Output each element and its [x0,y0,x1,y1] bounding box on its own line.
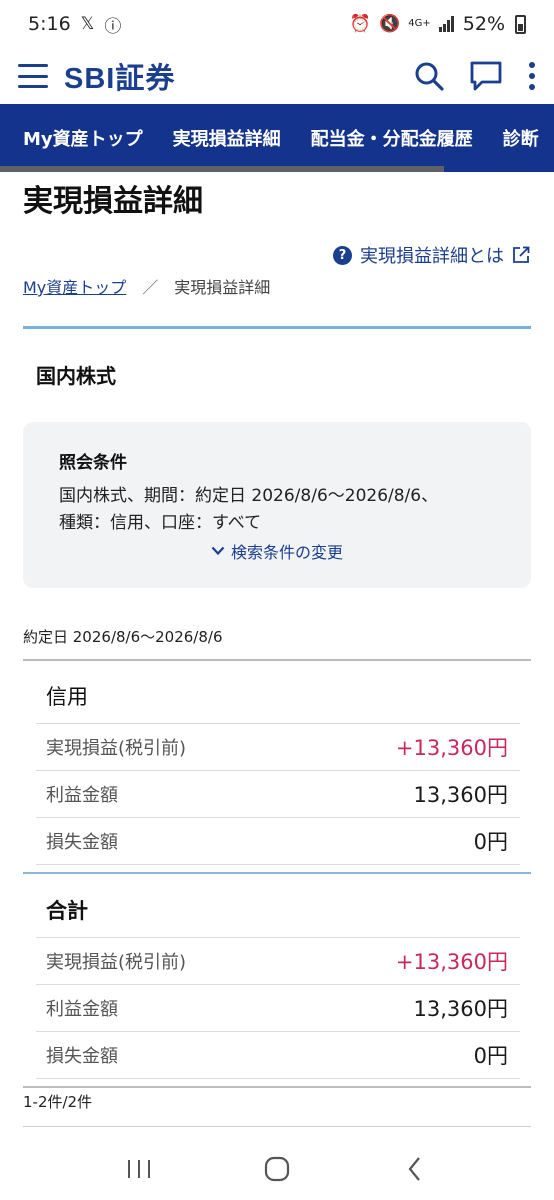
row-value: 13,360円 [413,997,508,1021]
external-link-icon [513,246,530,263]
conditions-line-2: 種類：信用、口座：すべて [59,513,262,533]
table-row: 利益金額 13,360円 [36,985,520,1032]
row-label: 利益金額 [46,785,118,806]
signal-icon [438,16,454,32]
group-title: 合計 [36,882,520,938]
row-label: 損失金額 [46,832,118,853]
home-icon [264,1156,290,1182]
chat-icon[interactable] [470,61,502,91]
search-conditions-box: 照会条件 国内株式、期間：約定日 2026/8/6〜2026/8/6、 種類：信… [23,422,531,588]
row-value: +13,360円 [395,736,508,760]
page-title: 実現損益詳細 [23,184,203,219]
change-conditions-link[interactable]: 検索条件の変更 [59,539,495,563]
row-label: 実現損益(税引前) [46,738,187,759]
info-icon: ⓘ [104,16,122,37]
footer-divider [23,1126,531,1127]
more-icon[interactable] [528,61,536,91]
x-app-icon: 𝕏 [80,14,95,34]
breadcrumb-separator: ／ [142,278,159,297]
tab-dividend-history[interactable]: 配当金・分配金履歴 [311,125,473,151]
search-icon[interactable] [414,61,444,91]
list-divider [23,659,531,661]
question-icon: ? [333,245,352,265]
row-value: 0円 [473,1044,508,1068]
row-value: 13,360円 [413,783,508,807]
table-row: 利益金額 13,360円 [36,771,520,818]
nav-tabs: My資産トップ 実現損益詳細 配当金・分配金履歴 診断 [0,104,554,172]
battery-percent: 52% [462,13,505,35]
help-link[interactable]: ? 実現損益詳細とは [333,242,530,268]
group-total: 合計 実現損益(税引前) +13,360円 利益金額 13,360円 損失金額 … [36,882,520,1079]
brand-logo[interactable]: SBI証券 [64,55,175,97]
conditions-line-1: 国内株式、期間：約定日 2026/8/6〜2026/8/6、 [59,486,439,506]
group-margin: 信用 実現損益(税引前) +13,360円 利益金額 13,360円 損失金額 … [36,668,520,865]
breadcrumb-current: 実現損益詳細 [174,278,271,297]
period-label: 約定日 2026/8/6〜2026/8/6 [23,628,223,646]
table-row: 損失金額 0円 [36,1032,520,1079]
app-header: SBI証券 [0,48,554,104]
row-label: 利益金額 [46,999,118,1020]
menu-icon[interactable] [18,64,48,88]
section-divider [23,326,531,329]
section-title: 国内株式 [36,364,116,388]
row-value: +13,360円 [395,950,508,974]
group-title: 信用 [36,668,520,724]
status-time: 5:16 [28,13,71,35]
status-bar: 5:16 𝕏 ⓘ ⏰ 🔇 4G+ 52% [0,0,554,48]
table-row: 実現損益(税引前) +13,360円 [36,724,520,771]
row-label: 実現損益(税引前) [46,952,187,973]
tab-realized-pl[interactable]: 実現損益詳細 [173,125,281,151]
table-row: 実現損益(税引前) +13,360円 [36,938,520,985]
recents-button[interactable] [109,1144,169,1194]
group-divider [23,872,531,874]
row-label: 損失金額 [46,1046,118,1067]
result-count: 1-2件/2件 [23,1093,93,1111]
tab-my-assets-top[interactable]: My資産トップ [23,125,143,151]
list-divider [23,1086,531,1088]
home-button[interactable] [247,1144,307,1194]
mute-icon: 🔇 [379,14,401,34]
row-value: 0円 [473,830,508,854]
table-row: 損失金額 0円 [36,818,520,865]
recents-icon [128,1160,150,1178]
network-type: 4G+ [408,18,431,29]
breadcrumb-home[interactable]: My資産トップ [23,274,126,298]
breadcrumb: My資産トップ ／ 実現損益詳細 [23,274,270,298]
back-button[interactable] [385,1144,445,1194]
chevron-down-icon [211,546,225,556]
nav-scroll-indicator [0,166,444,172]
battery-icon [515,14,526,34]
change-conditions-label: 検索条件の変更 [230,543,343,562]
conditions-title: 照会条件 [59,453,127,473]
system-nav-bar [0,1138,554,1200]
tab-diagnosis[interactable]: 診断 [503,125,539,151]
help-link-label: 実現損益詳細とは [360,246,504,267]
back-icon [408,1157,420,1181]
alarm-icon: ⏰ [349,14,372,34]
